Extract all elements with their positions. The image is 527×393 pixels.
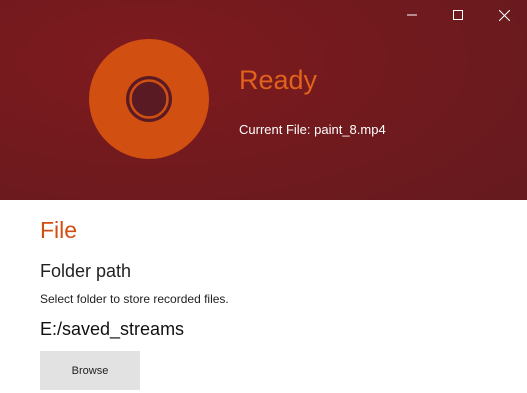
window-controls: [389, 0, 527, 30]
close-icon: [498, 9, 510, 21]
folder-path-value: E:/saved_streams: [40, 319, 185, 339]
folder-path-heading: Folder path: [40, 261, 132, 281]
section-title: File: [40, 217, 78, 243]
header-panel: Ready Current File: paint_8.mp4: [0, 0, 527, 200]
record-icon: [124, 74, 174, 124]
minimize-icon: [407, 10, 417, 20]
maximize-icon: [453, 10, 463, 20]
minimize-button[interactable]: [389, 0, 435, 30]
record-button[interactable]: [89, 39, 209, 159]
current-file-label: Current File: paint_8.mp4: [239, 122, 386, 137]
maximize-button[interactable]: [435, 0, 481, 30]
close-button[interactable]: [481, 0, 527, 30]
status-label: Ready: [239, 65, 318, 95]
browse-button[interactable]: Browse: [40, 351, 140, 390]
app-window: Ready Current File: paint_8.mp4 File Fol…: [0, 0, 527, 393]
folder-path-description: Select folder to store recorded files.: [40, 292, 229, 306]
